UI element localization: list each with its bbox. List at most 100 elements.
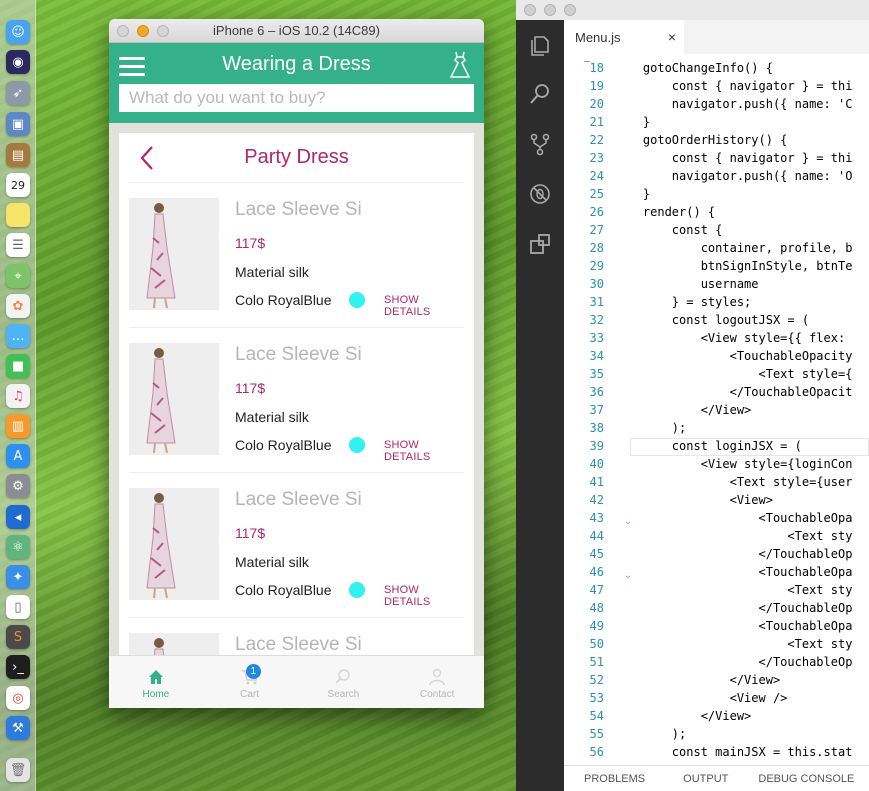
trash-icon[interactable]: 🗑 — [6, 758, 30, 782]
warning-squiggle: ᵕ — [626, 573, 631, 584]
code-line: 49 <TouchableOpa — [564, 617, 869, 635]
launchpad-icon[interactable]: ➶ — [6, 81, 30, 105]
vscode-icon[interactable]: ◂ — [6, 505, 30, 529]
stickies-icon[interactable] — [6, 203, 30, 227]
code-line: 26 render() { — [564, 203, 869, 221]
line-number: 28 — [589, 241, 604, 255]
line-number: 43 — [589, 511, 604, 525]
product-item[interactable]: Lace Sleeve Si 117$ Material silk Colo R… — [129, 473, 464, 618]
panel-bar: PROBLEMS OUTPUT DEBUG CONSOLE — [564, 765, 869, 791]
line-number: 49 — [589, 619, 604, 633]
terminal-icon[interactable]: ›_ — [6, 655, 30, 679]
color-swatch — [349, 437, 365, 453]
line-number: 55 — [589, 727, 604, 741]
code-line: 18 gotoChangeInfo() { — [564, 59, 869, 77]
notes-icon[interactable]: ▤ — [6, 143, 30, 167]
code-line: 37 </View> — [564, 401, 869, 419]
code-editor[interactable]: 18 gotoChangeInfo() {19 const { navigato… — [564, 54, 869, 765]
code-text: gotoOrderHistory() { — [614, 133, 788, 147]
app-header: Wearing a Dress — [109, 43, 484, 123]
editor-tab-label: Menu.js — [575, 29, 621, 45]
system-preferences-icon[interactable]: ⚙ — [6, 474, 30, 498]
xcode-icon[interactable]: ⚒ — [6, 716, 30, 740]
show-details-button[interactable]: SHOW DETAILS — [384, 584, 464, 608]
tab-label: Contact — [419, 689, 455, 700]
close-window-button[interactable] — [524, 4, 536, 16]
code-line: 44 <Text sty — [564, 527, 869, 545]
itunes-icon[interactable]: ♫ — [6, 384, 30, 408]
minimize-window-button[interactable] — [544, 4, 556, 16]
code-text: <Text sty — [614, 529, 853, 543]
simulator-titlebar: iPhone 6 – iOS 10.2 (14C89) — [109, 19, 484, 43]
facetime-icon[interactable]: ■ — [6, 354, 30, 378]
line-number: 25 — [589, 187, 604, 201]
sublime-icon[interactable]: S — [6, 625, 30, 649]
code-line: 33 <View style={{ flex: — [564, 329, 869, 347]
code-text: <Text style={user — [614, 475, 853, 489]
calendar-icon[interactable]: 29 — [6, 173, 30, 197]
textedit-icon[interactable]: ▯ — [6, 595, 30, 619]
warning-squiggle: ᵕ — [626, 519, 631, 530]
safari-icon[interactable]: ✦ — [6, 565, 30, 589]
chrome-icon[interactable]: ◎ — [6, 686, 30, 710]
code-text: render() { — [614, 205, 716, 219]
panel-tab-problems[interactable]: PROBLEMS — [584, 773, 645, 785]
tab-contact[interactable]: Contact — [390, 656, 484, 708]
product-item[interactable]: Lace Sleeve Si 117$ Material silk Colo R… — [129, 328, 464, 473]
line-number: 56 — [589, 745, 604, 759]
line-number: 46 — [589, 565, 604, 579]
category-header: Party Dress — [129, 133, 464, 183]
photos-icon[interactable]: ✿ — [6, 294, 30, 318]
panel-tab-output[interactable]: OUTPUT — [683, 773, 728, 785]
siri-icon[interactable]: ◉ — [6, 50, 30, 74]
panel-tab-debug-console[interactable]: DEBUG CONSOLE — [758, 773, 854, 785]
product-name: Lace Sleeve Si — [235, 199, 362, 220]
show-details-button[interactable]: SHOW DETAILS — [384, 294, 464, 318]
line-number: 42 — [589, 493, 604, 507]
search-input[interactable] — [119, 84, 474, 112]
product-image[interactable] — [129, 488, 219, 600]
explorer-icon[interactable] — [528, 34, 552, 58]
code-line: 32 const logoutJSX = ( — [564, 311, 869, 329]
close-window-button[interactable] — [117, 25, 129, 37]
maps-icon[interactable]: ⌖ — [6, 264, 30, 288]
product-material: Material silk — [235, 554, 309, 570]
product-image[interactable] — [129, 633, 219, 655]
code-line: 25 } — [564, 185, 869, 203]
debug-icon[interactable] — [528, 182, 552, 206]
line-number: 38 — [589, 421, 604, 435]
editor-tab-menu-js[interactable]: Menu.js × — [564, 20, 684, 54]
code-line: 34 <TouchableOpacity — [564, 347, 869, 365]
tab-home[interactable]: Home — [109, 656, 203, 708]
product-item[interactable]: Lace Sleeve Si — [129, 618, 464, 655]
source-control-icon[interactable] — [528, 132, 552, 156]
extensions-icon[interactable] — [528, 232, 552, 256]
preview-icon[interactable]: ▣ — [6, 112, 30, 136]
code-line: 27 const { — [564, 221, 869, 239]
ibooks-icon[interactable]: ▥ — [6, 414, 30, 438]
app-store-icon[interactable]: A — [6, 444, 30, 468]
zoom-window-button[interactable] — [157, 25, 169, 37]
tab-search[interactable]: Search — [297, 656, 391, 708]
finder-icon[interactable]: ☺ — [6, 20, 30, 44]
dress-icon[interactable] — [448, 51, 472, 79]
line-number: 26 — [589, 205, 604, 219]
atom-icon[interactable]: ⚛ — [6, 535, 30, 559]
zoom-window-button[interactable] — [564, 4, 576, 16]
home-icon — [148, 670, 163, 684]
product-item[interactable]: Lace Sleeve Si 117$ Material silk Colo R… — [129, 183, 464, 328]
search-icon[interactable] — [528, 82, 552, 106]
show-details-button[interactable]: SHOW DETAILS — [384, 439, 464, 463]
minimize-window-button[interactable] — [137, 25, 149, 37]
code-text: container, profile, b — [614, 241, 853, 255]
tab-cart[interactable]: 1 Cart — [203, 656, 297, 708]
code-text: <Text sty — [614, 637, 853, 651]
reminders-icon[interactable]: ☰ — [6, 233, 30, 257]
messages-icon[interactable]: … — [6, 324, 30, 348]
search-icon — [335, 669, 351, 684]
close-icon[interactable]: × — [668, 29, 676, 45]
product-name: Lace Sleeve Si — [235, 344, 362, 365]
content-area: Party Dress Lace Sleeve Si 117$ Material… — [109, 123, 484, 655]
product-image[interactable] — [129, 343, 219, 455]
product-image[interactable] — [129, 198, 219, 310]
